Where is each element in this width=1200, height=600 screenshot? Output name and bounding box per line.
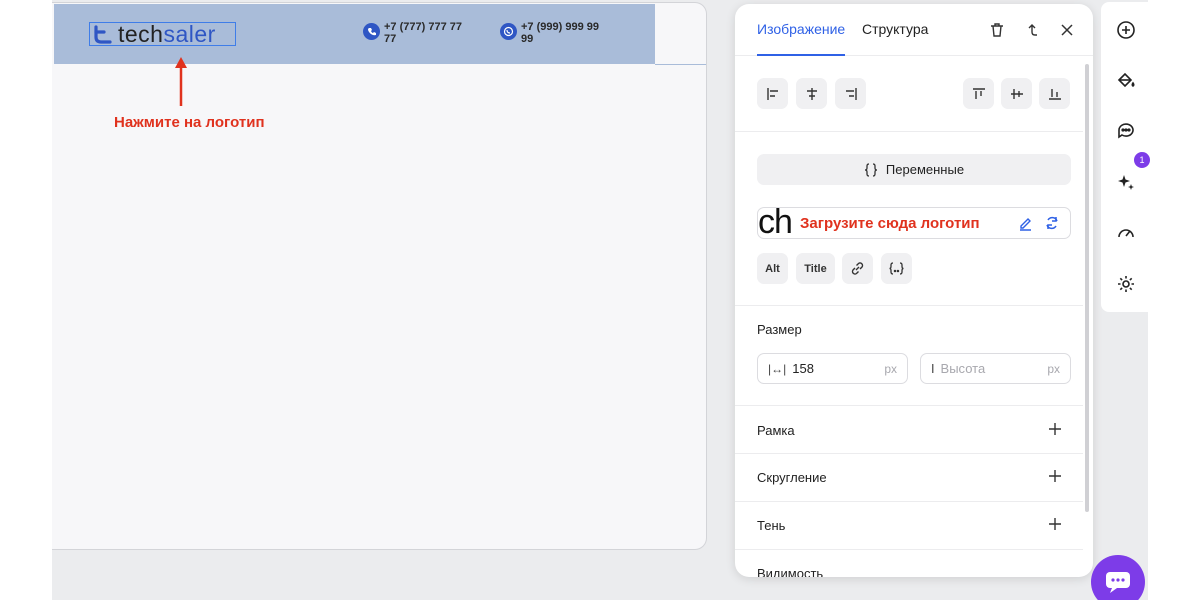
image-upload-field[interactable]: ch Загрузите сюда логотип	[757, 207, 1071, 239]
select-parent-icon[interactable]	[1022, 20, 1042, 40]
paint-bucket-icon[interactable]	[1115, 69, 1137, 91]
chat-bubble-icon	[1106, 572, 1130, 593]
header-phone-2[interactable]: +7 (999) 999 99 99	[500, 21, 613, 45]
align-right-button[interactable]	[835, 78, 866, 109]
comments-icon[interactable]	[1115, 120, 1137, 142]
upload-logo-annotation: Загрузите сюда логотип	[800, 215, 980, 232]
active-tab-indicator	[757, 54, 845, 56]
divider	[735, 549, 1083, 550]
add-radius-plus-icon[interactable]	[1048, 469, 1062, 483]
panel-header: Изображение Структура	[735, 4, 1093, 56]
tab-structure[interactable]: Структура	[862, 21, 928, 37]
phone-icon	[363, 23, 380, 40]
title-label: Title	[804, 262, 827, 275]
braces-icon	[864, 162, 877, 177]
page-canvas[interactable]	[52, 2, 707, 550]
header-phone-1[interactable]: +7 (777) 777 77 77	[363, 21, 476, 45]
align-left-button[interactable]	[757, 78, 788, 109]
logo-text-dark: tech	[118, 21, 164, 47]
link-button[interactable]	[842, 253, 873, 284]
width-icon: |↔|	[768, 361, 787, 376]
close-icon[interactable]	[1057, 20, 1077, 40]
speedometer-icon[interactable]	[1115, 222, 1137, 244]
divider	[735, 453, 1083, 454]
alt-label: Alt	[765, 262, 780, 275]
whatsapp-icon	[500, 23, 517, 40]
click-logo-annotation: Нажмите на логотип	[114, 114, 265, 131]
ai-sparkles-icon[interactable]	[1115, 171, 1137, 193]
add-border-plus-icon[interactable]	[1048, 422, 1062, 436]
add-shadow-plus-icon[interactable]	[1048, 517, 1062, 531]
border-section-label[interactable]: Рамка	[757, 423, 795, 438]
variables-button[interactable]: Переменные	[757, 154, 1071, 185]
edit-pencil-icon[interactable]	[1016, 214, 1034, 232]
visibility-section-label[interactable]: Видимость	[757, 566, 823, 577]
variables-label: Переменные	[885, 162, 965, 177]
height-unit: px	[1047, 361, 1060, 376]
notification-badge: 1	[1134, 152, 1150, 168]
trash-icon[interactable]	[987, 20, 1007, 40]
align-center-h-button[interactable]	[796, 78, 827, 109]
image-preview: ch	[758, 207, 793, 239]
logo-text-blue: saler	[163, 21, 216, 47]
link-icon	[851, 262, 864, 275]
properties-panel: Изображение Структура Переменные ch Загр…	[735, 4, 1093, 577]
width-input[interactable]: |↔| 158 px	[757, 353, 908, 384]
code-attributes-button[interactable]	[881, 253, 912, 284]
divider	[735, 405, 1083, 406]
logo-text: techsaler	[118, 21, 216, 47]
header-divider	[655, 64, 706, 65]
width-value: 158	[792, 361, 814, 376]
align-bottom-button[interactable]	[1039, 78, 1070, 109]
width-unit: px	[884, 361, 897, 376]
tab-image[interactable]: Изображение	[757, 21, 845, 37]
height-input[interactable]: Ⅰ Высота px	[920, 353, 1071, 384]
phone-number-2: +7 (999) 999 99 99	[521, 21, 599, 45]
refresh-icon[interactable]	[1043, 214, 1061, 232]
phone-number-1: +7 (777) 777 77 77	[384, 21, 462, 45]
alt-button[interactable]: Alt	[757, 253, 788, 284]
settings-gear-icon[interactable]	[1115, 273, 1137, 295]
divider	[735, 501, 1083, 502]
height-icon: Ⅰ	[931, 361, 935, 376]
logo-mark-icon	[94, 25, 112, 44]
radius-section-label[interactable]: Скругление	[757, 470, 827, 485]
panel-scrollbar[interactable]	[1085, 64, 1089, 512]
shadow-section-label[interactable]: Тень	[757, 518, 785, 533]
divider	[735, 131, 1083, 132]
align-middle-v-button[interactable]	[1001, 78, 1032, 109]
support-chat-button[interactable]	[1091, 555, 1145, 600]
align-top-button[interactable]	[963, 78, 994, 109]
site-logo[interactable]: techsaler	[89, 22, 236, 46]
divider	[735, 305, 1083, 306]
height-placeholder: Высота	[940, 361, 986, 376]
title-button[interactable]: Title	[796, 253, 835, 284]
annotation-arrow-icon	[175, 57, 187, 106]
size-section-label: Размер	[757, 322, 802, 337]
add-block-icon[interactable]	[1115, 19, 1137, 41]
braces-dots-icon	[889, 262, 904, 275]
